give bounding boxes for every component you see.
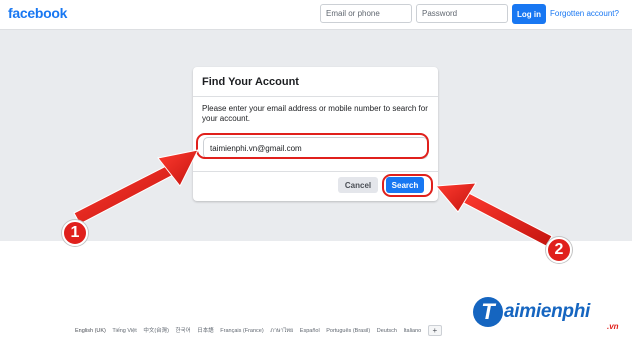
language-link[interactable]: Español (300, 328, 320, 334)
add-language-button[interactable]: + (427, 325, 442, 336)
step-2-badge: 2 (546, 237, 572, 263)
arrow-2-icon (434, 182, 553, 247)
language-link[interactable]: 日本語 (197, 328, 214, 334)
taimienphi-watermark: T aimienphi .vn (473, 295, 632, 339)
language-link[interactable]: Deutsch (377, 328, 397, 334)
language-link[interactable]: 中文(台灣) (143, 328, 169, 334)
language-link[interactable]: Italiano (404, 328, 422, 334)
language-link[interactable]: ภาษาไทย (270, 328, 293, 334)
watermark-name: aimienphi (504, 301, 590, 322)
watermark-logo-icon: T (473, 297, 503, 327)
step-1-badge: 1 (62, 220, 88, 246)
language-link[interactable]: Português (Brasil) (326, 328, 370, 334)
watermark-suffix: .vn (607, 322, 619, 331)
arrow-1-icon (73, 149, 199, 225)
language-footer: English (UK) Tiếng Việt 中文(台灣) 한국어 日本語 F… (75, 325, 442, 336)
language-link[interactable]: Français (France) (220, 328, 263, 334)
language-link[interactable]: Tiếng Việt (112, 328, 136, 334)
language-link[interactable]: 한국어 (176, 328, 191, 334)
annotation-arrows (73, 149, 553, 247)
language-link[interactable]: English (UK) (75, 328, 106, 334)
